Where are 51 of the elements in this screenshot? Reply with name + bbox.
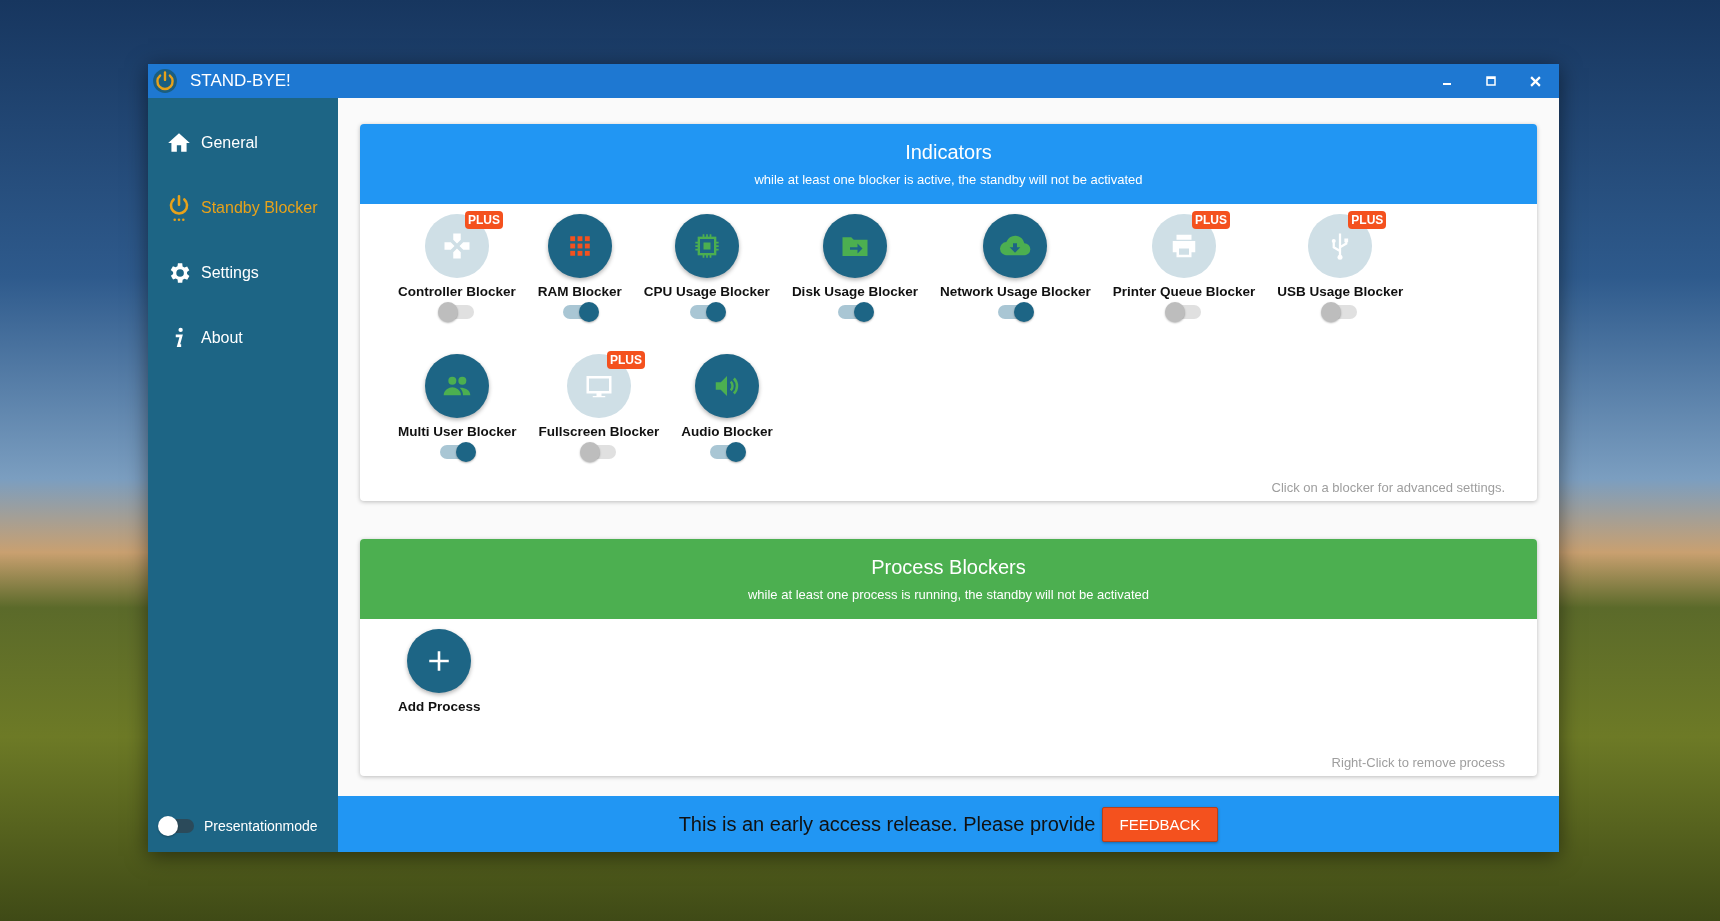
- card-subtitle: while at least one blocker is active, the standby will not be activated: [754, 172, 1143, 187]
- card-title: Process Blockers: [871, 556, 1026, 579]
- plus-badge: PLUS: [606, 351, 645, 369]
- blocker-label: Multi User Blocker: [398, 424, 517, 439]
- blocker-button[interactable]: [674, 214, 739, 278]
- hint-text: Right-Click to remove process: [1330, 755, 1506, 772]
- blocker-button[interactable]: [822, 214, 887, 278]
- close-icon[interactable]: [1530, 75, 1541, 87]
- add-process-label: Add Process: [398, 699, 481, 714]
- blocker-toggle[interactable]: [1323, 305, 1358, 319]
- plus-badge: PLUS: [1192, 211, 1231, 229]
- blocker-toggle[interactable]: [581, 445, 616, 459]
- sidebar-item[interactable]: Settings: [148, 240, 338, 305]
- presentation-mode-toggle[interactable]: [160, 819, 194, 833]
- hint-text: Click on a blocker for advanced settings.: [1270, 480, 1506, 497]
- sidebar-item[interactable]: About: [148, 305, 338, 370]
- blocker-toggle[interactable]: [837, 305, 872, 319]
- blocker-toggle[interactable]: [439, 305, 474, 319]
- blocker-label: Fullscreen Blocker: [538, 424, 660, 439]
- blocker-toggle[interactable]: [440, 445, 475, 459]
- window-title: STAND-BYE!: [190, 71, 291, 91]
- maximize-icon[interactable]: [1486, 76, 1496, 86]
- blocker-label: Audio Blocker: [681, 424, 773, 439]
- blocker-label: Printer Queue Blocker: [1112, 284, 1256, 299]
- blocker-toggle[interactable]: [998, 305, 1033, 319]
- card-title: Indicators: [905, 141, 992, 164]
- blocker-label: CPU Usage Blocker: [643, 284, 770, 299]
- plus-badge: PLUS: [464, 211, 503, 229]
- chip-icon: [692, 232, 721, 260]
- card-subtitle: while at least one process is running, the standby will not be activated: [747, 587, 1150, 602]
- blocker-label: RAM Blocker: [537, 284, 622, 299]
- blocker-button[interactable]: [425, 354, 490, 418]
- blocker-label: USB Usage Blocker: [1277, 284, 1404, 299]
- toggle-label: Presentationmode: [204, 818, 318, 834]
- blocker-label: Network Usage Blocker: [939, 284, 1091, 299]
- sidebar-item[interactable]: General: [148, 110, 338, 175]
- blocker-button[interactable]: [983, 214, 1048, 278]
- blocker-button[interactable]: [695, 354, 760, 418]
- blocker-label: Disk Usage Blocker: [791, 284, 918, 299]
- power-icon: [152, 68, 178, 94]
- blocker-toggle[interactable]: [1167, 305, 1202, 319]
- feedback-button[interactable]: FEEDBACK: [1101, 806, 1219, 842]
- gamepad-icon: [444, 233, 470, 259]
- footer-text: This is an early access release. Please provide: [678, 812, 1096, 836]
- blocker-button[interactable]: [547, 214, 612, 278]
- plus-badge: PLUS: [1348, 211, 1387, 229]
- blocker-toggle[interactable]: [710, 445, 745, 459]
- blocker-toggle[interactable]: [562, 305, 597, 319]
- add-process-button[interactable]: [407, 629, 472, 693]
- blocker-toggle[interactable]: [689, 305, 724, 319]
- blocker-label: Controller Blocker: [398, 284, 516, 299]
